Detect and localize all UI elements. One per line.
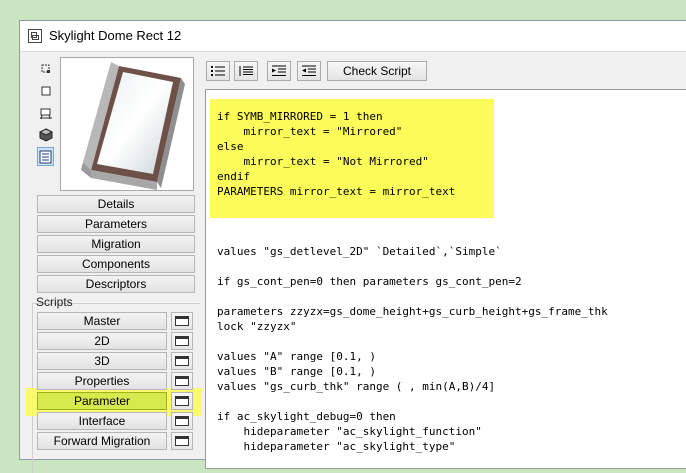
list-bullets-icon [211,66,225,76]
code-line: PARAMETERS mirror_text = mirror_text [217,185,456,198]
2d-window-icon[interactable] [37,81,54,100]
plan-table-icon[interactable] [37,103,54,122]
outdent-button[interactable] [297,61,321,81]
code-line: hideparameter "ac_skylight_type" [217,440,456,453]
script-forward-migration-button[interactable]: Forward Migration [37,432,167,450]
parameters-button[interactable]: Parameters [37,215,195,233]
code-line: mirror_text = "Not Mirrored" [217,155,429,168]
outdent-icon [302,65,316,76]
indent-icon [272,65,286,76]
code-line: values "A" range [0.1, ) [217,350,376,363]
check-script-button[interactable]: Check Script [327,61,427,81]
code-line: parameters zzyzx=gs_dome_height+gs_curb_… [217,305,608,318]
script-properties-window-icon[interactable] [171,372,193,390]
view-icon-bar [37,59,57,169]
script-2d-button[interactable]: 2D [37,332,167,350]
script-2d-window-icon[interactable] [171,332,193,350]
code-line: values "gs_curb_thk" range ( , min(A,B)/… [217,380,496,393]
script-interface-window-icon[interactable] [171,412,193,430]
code-line: endif [217,170,251,183]
script-editor[interactable]: if SYMB_MIRRORED = 1 then mirror_text = … [205,89,686,469]
list-lines-button[interactable] [234,61,258,81]
list-lines-icon [239,66,253,76]
list-view-icon[interactable] [37,147,54,166]
code-line: mirror_text = "Mirrored" [217,125,403,138]
script-3d-window-icon[interactable] [171,352,193,370]
script-3d-button[interactable]: 3D [37,352,167,370]
script-master-button[interactable]: Master [37,312,167,330]
code-line: values "gs_detlevel_2D" `Detailed`,`Simp… [217,245,502,258]
components-button[interactable]: Components [37,255,195,273]
object-preview [60,57,194,191]
script-interface-button[interactable]: Interface [37,412,167,430]
script-properties-button[interactable]: Properties [37,372,167,390]
2d-symbol-icon[interactable] [37,59,54,78]
migration-button[interactable]: Migration [37,235,195,253]
list-bullets-button[interactable] [206,61,230,81]
details-button[interactable]: Details [37,195,195,213]
code-line: if gs_cont_pen=0 then parameters gs_cont… [217,275,522,288]
code-line: if ac_skylight_debug=0 then [217,410,396,423]
script-forward-migration-window-icon[interactable] [171,432,193,450]
script-code[interactable]: if SYMB_MIRRORED = 1 then mirror_text = … [217,109,608,454]
code-line: values "B" range [0.1, ) [217,365,376,378]
script-parameter-button[interactable]: Parameter [37,392,167,410]
3d-cube-icon[interactable] [37,125,54,144]
descriptors-button[interactable]: Descriptors [37,275,195,293]
object-editor-window: Skylight Dome Rect 12 Details Parameters… [19,20,686,473]
window-title: Skylight Dome Rect 12 [49,28,182,43]
code-line: lock "zzyzx" [217,320,297,333]
script-master-window-icon[interactable] [171,312,193,330]
code-line: if SYMB_MIRRORED = 1 then [217,110,383,123]
title-bar[interactable]: Skylight Dome Rect 12 [20,21,686,52]
app-icon [28,29,42,43]
skylight-preview-image [81,62,185,190]
code-line: else [217,140,244,153]
code-line: hideparameter "ac_skylight_function" [217,425,482,438]
script-parameter-window-icon[interactable] [171,392,193,410]
scripts-group-label: Scripts [36,295,73,309]
indent-button[interactable] [267,61,291,81]
